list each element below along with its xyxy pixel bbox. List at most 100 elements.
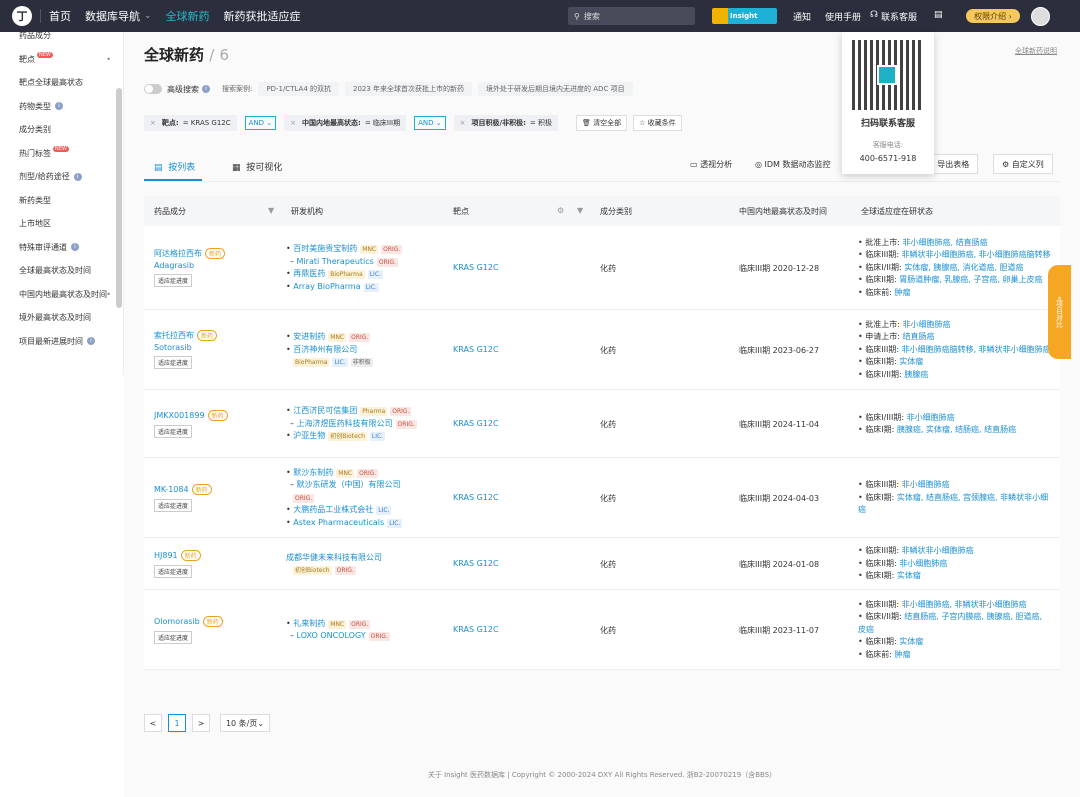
sidebar-item[interactable]: 新药类型 <box>0 189 123 213</box>
org-link[interactable]: 默沙东制药 <box>293 468 333 477</box>
description-link[interactable]: 全球新药说明 <box>1015 46 1057 56</box>
drug-name-link[interactable]: HJ891 <box>154 551 178 560</box>
translate-icon[interactable]: ▤ <box>934 10 943 20</box>
drug-name-link[interactable]: 索托拉西布 <box>154 331 194 340</box>
sidebar-item[interactable]: 靶点全球最高状态 <box>0 71 123 95</box>
org-link[interactable]: 再鼎医药 <box>293 269 325 278</box>
table-row[interactable]: MK-1084 新药 适应症进度 • 默沙东制药 MNC ORIG. – 默沙东研发（中国）… <box>144 458 1060 538</box>
prev-page-button[interactable]: < <box>144 714 162 732</box>
sidebar-item[interactable]: 特殊审评通道 i <box>0 236 123 260</box>
filter-chip-cn-status[interactable]: × 中国内地最高状态: = 临床III期 <box>284 115 407 131</box>
sidebar-item[interactable]: 上市地区 <box>0 212 123 236</box>
table-row[interactable]: 索托拉西布 新药 Sotorasib 适应症进度 • 安进制药 MNC ORIG. • 百济神… <box>144 310 1060 390</box>
status-line[interactable]: 皮癌 <box>858 625 874 634</box>
org-link[interactable]: 百济神州有限公司 <box>293 345 357 354</box>
info-icon[interactable]: i <box>71 243 79 252</box>
nav-new-indications[interactable]: 新药获批适应症 <box>224 8 301 24</box>
status-line[interactable]: • 临床III期: 非小细胞肺癌 <box>858 480 950 489</box>
target-link[interactable]: KRAS G12C <box>453 559 499 568</box>
drug-en-name[interactable]: Adagrasib <box>154 261 225 270</box>
sidebar-item[interactable]: 全球最高状态及时间 <box>0 259 123 283</box>
sidebar-item[interactable]: 靶点 NEW • <box>0 48 123 72</box>
sidebar-item[interactable]: 中国内地最高状态及时间 • <box>0 283 123 307</box>
example-chip[interactable]: PD-1/CTLA4 的双抗 <box>258 82 339 96</box>
clear-all-button[interactable]: 🗑 清空全部 <box>575 115 628 131</box>
next-page-button[interactable]: > <box>192 714 210 732</box>
indication-progress-button[interactable]: 适应症进度 <box>154 356 193 369</box>
status-line[interactable]: • 临床II期: 非小细胞肺癌 <box>858 559 947 568</box>
info-icon[interactable]: i <box>55 102 63 111</box>
status-line[interactable]: • 临床II期: 实体瘤 <box>858 637 923 646</box>
sidebar-item[interactable]: 药物类型 i <box>0 95 123 119</box>
target-link[interactable]: KRAS G12C <box>453 263 499 272</box>
chevron-down-icon[interactable]: ⌄ <box>144 11 152 21</box>
idm-monitor-button[interactable]: ◎ IDM 数据动态监控 <box>755 159 831 170</box>
status-line[interactable]: • 批准上市: 非小细胞肺癌, 结直肠癌 <box>858 238 988 247</box>
target-link[interactable]: KRAS G12C <box>453 419 499 428</box>
nav-home[interactable]: 首页 <box>49 8 71 24</box>
org-link[interactable]: Astex Pharmaceuticals <box>293 518 384 527</box>
logo[interactable]: 丁 <box>12 6 32 26</box>
status-line[interactable]: • 临床I期: 实体瘤, 结直肠癌, 宫颈腺癌, 非鳞状非小细 <box>858 493 1048 502</box>
sidebar-item[interactable]: 药品成分 <box>0 32 123 48</box>
status-line[interactable]: • 临床前: 肿瘤 <box>858 650 911 659</box>
status-line[interactable]: • 临床III期: 非鳞状非小细胞肺癌, 非小细胞肺癌脑转移 <box>858 250 1051 259</box>
status-line[interactable]: • 临床I期: 胰腺癌, 实体瘤, 结肠癌, 结直肠癌 <box>858 425 1016 434</box>
example-chip[interactable]: 2023 年来全球首次获批上市的新药 <box>345 82 473 96</box>
and-select[interactable]: AND ⌄ <box>414 116 446 130</box>
status-line[interactable]: • 临床III期: 非小细胞肺癌, 非鳞状非小细胞肺癌 <box>858 600 1027 609</box>
status-line[interactable]: • 临床III期: 非鳞状非小细胞肺癌 <box>858 546 974 555</box>
org-link[interactable]: Mirati Therapeutics <box>297 257 374 266</box>
close-icon[interactable]: × <box>150 119 156 127</box>
insight-badge[interactable]: Insight <box>712 8 777 24</box>
status-line[interactable]: • 临床I/II期: 胰腺癌 <box>858 370 928 379</box>
org-link[interactable]: 江西济民可信集团 <box>293 406 357 415</box>
indication-progress-button[interactable]: 适应症进度 <box>154 425 193 438</box>
nav-contact[interactable]: 联系客服 <box>881 10 917 23</box>
tab-list[interactable]: ▤ 按列表 <box>154 160 195 173</box>
search-input[interactable]: ⚲ 搜索 <box>568 7 695 25</box>
drug-name-link[interactable]: Olomorasib <box>154 617 200 626</box>
filter-chip-active[interactable]: × 项目积极/非积极: = 积极 <box>453 115 558 131</box>
org-link[interactable]: 大鹏药品工业株式会社 <box>293 505 373 514</box>
nav-global-new-drugs[interactable]: 全球新药 <box>166 8 210 24</box>
filter-chip-target[interactable]: × 靶点: = KRAS G12C <box>144 115 237 131</box>
page-size-select[interactable]: 10 条/页 ⌄ <box>220 714 270 732</box>
filter-icon[interactable]: ▼ <box>577 206 583 215</box>
info-icon[interactable]: i <box>73 172 82 181</box>
indication-progress-button[interactable]: 适应症进度 <box>154 631 193 644</box>
drug-name-link[interactable]: MK-1084 <box>154 485 189 494</box>
status-line[interactable]: • 临床I期: 实体瘤 <box>858 571 921 580</box>
drug-name-link[interactable]: JMKX001899 <box>154 411 205 420</box>
org-link[interactable]: 安进制药 <box>293 332 325 341</box>
status-line[interactable]: 癌 <box>858 505 866 514</box>
compare-side-tab[interactable]: « 项目对比 <box>1048 265 1071 359</box>
drug-name-link[interactable]: 阿达格拉西布 <box>154 249 202 258</box>
drug-en-name[interactable]: Sotorasib <box>154 343 217 352</box>
table-row[interactable]: 阿达格拉西布 新药 Adagrasib 适应症进度 • 百时美施贵宝制药 MNC ORIG.… <box>144 226 1060 310</box>
advanced-search-toggle[interactable] <box>144 84 162 94</box>
status-line[interactable]: • 临床III期: 非小细胞肺癌脑转移, 非鳞状非小细胞肺癌 <box>858 345 1051 354</box>
target-link[interactable]: KRAS G12C <box>453 345 499 354</box>
org-link[interactable]: 百时美施贵宝制药 <box>293 244 357 253</box>
and-select[interactable]: AND ⌄ <box>244 116 277 130</box>
nav-manual[interactable]: 使用手册 <box>825 10 861 23</box>
status-line[interactable]: • 临床II期: 胃肠道肿瘤, 乳腺癌, 子宫癌, 卵巢上皮癌 <box>858 275 1042 284</box>
indication-progress-button[interactable]: 适应症进度 <box>154 499 193 512</box>
tab-visual[interactable]: ▦ 按可视化 <box>232 160 282 173</box>
save-conditions-button[interactable]: ☆ 收藏条件 <box>633 115 682 131</box>
status-line[interactable]: • 临床I/III期: 非小细胞肺癌 <box>858 413 955 422</box>
settings-icon[interactable]: ⚙ <box>557 206 564 215</box>
close-icon[interactable]: × <box>460 119 466 127</box>
custom-columns-button[interactable]: ⚙ 自定义列 <box>993 154 1053 174</box>
status-line[interactable]: • 临床前: 肿瘤 <box>858 288 911 297</box>
status-line[interactable]: • 临床I/II期: 结直肠癌, 子宫内膜癌, 胰腺癌, 胆道癌, <box>858 612 1042 621</box>
sidebar-item[interactable]: 成分类别 <box>0 118 123 142</box>
org-link[interactable]: 默沙东研发（中国）有限公司 <box>297 480 401 489</box>
close-icon[interactable]: × <box>290 119 296 127</box>
info-icon[interactable]: i <box>202 85 210 93</box>
status-line[interactable]: • 临床II期: 实体瘤 <box>858 357 923 366</box>
filter-icon[interactable]: ▼ <box>268 206 274 215</box>
page-1-button[interactable]: 1 <box>168 714 186 732</box>
sidebar-item[interactable]: 剂型/给药途径 i <box>0 165 123 189</box>
